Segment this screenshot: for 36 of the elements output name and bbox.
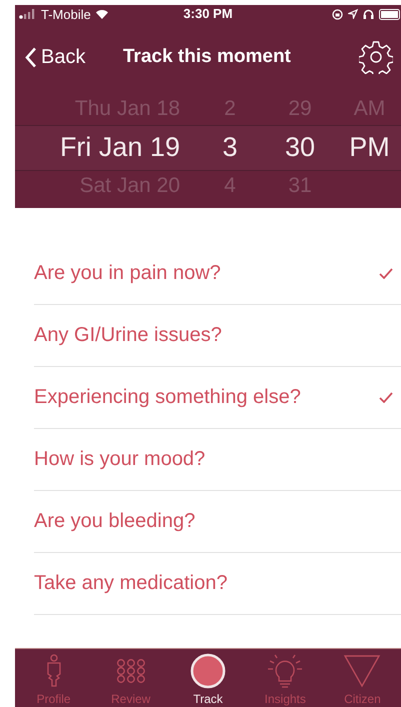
location-icon xyxy=(348,9,358,19)
question-label: Take any medication? xyxy=(34,572,228,595)
wifi-icon xyxy=(94,8,109,20)
question-row[interactable]: Take any medication? xyxy=(34,553,401,615)
dot-grid-icon xyxy=(116,658,146,684)
headphones-icon xyxy=(363,9,374,19)
tab-bar-item[interactable]: Profile xyxy=(15,649,92,707)
question-row[interactable]: Any GI/Urine issues? xyxy=(34,305,401,367)
question-label: Are you bleeding? xyxy=(34,510,196,533)
tab-bar-item[interactable]: Review xyxy=(92,649,170,707)
question-row[interactable]: How is your mood? xyxy=(34,429,401,491)
tab-bar-item[interactable]: Insights xyxy=(246,649,324,707)
lock-rotation-icon xyxy=(332,8,343,20)
picker-value[interactable]: PM xyxy=(349,125,390,169)
record-circle-icon xyxy=(190,653,226,689)
back-button[interactable]: Back xyxy=(17,46,86,68)
question-label: Are you in pain now? xyxy=(34,262,221,285)
carrier-name: T-Mobile xyxy=(41,6,91,22)
clock-time: 3:30 PM xyxy=(183,6,233,21)
tab-bar-item[interactable]: Citizen xyxy=(324,649,401,707)
signal-icon xyxy=(19,9,37,19)
picker-value[interactable]: Fri Jan 19 xyxy=(60,125,180,169)
question-label: How is your mood? xyxy=(34,448,206,471)
picker-value[interactable]: 30 xyxy=(284,125,316,169)
question-row[interactable]: Are you bleeding? xyxy=(34,491,401,553)
chevron-left-icon xyxy=(25,46,37,68)
question-label: Any GI/Urine issues? xyxy=(34,324,222,347)
question-label: Experiencing something else? xyxy=(34,386,301,409)
triangle-icon xyxy=(343,654,382,688)
screen-title: Track this moment xyxy=(123,46,291,68)
picker-value[interactable]: 3 xyxy=(222,125,238,169)
question-row[interactable]: Experiencing something else? xyxy=(34,367,401,429)
battery-icon xyxy=(379,8,401,20)
tab-bar-item[interactable]: Track xyxy=(169,649,247,707)
question-row[interactable]: Are you in pain now? xyxy=(34,243,401,305)
settings-icon[interactable] xyxy=(359,40,393,74)
